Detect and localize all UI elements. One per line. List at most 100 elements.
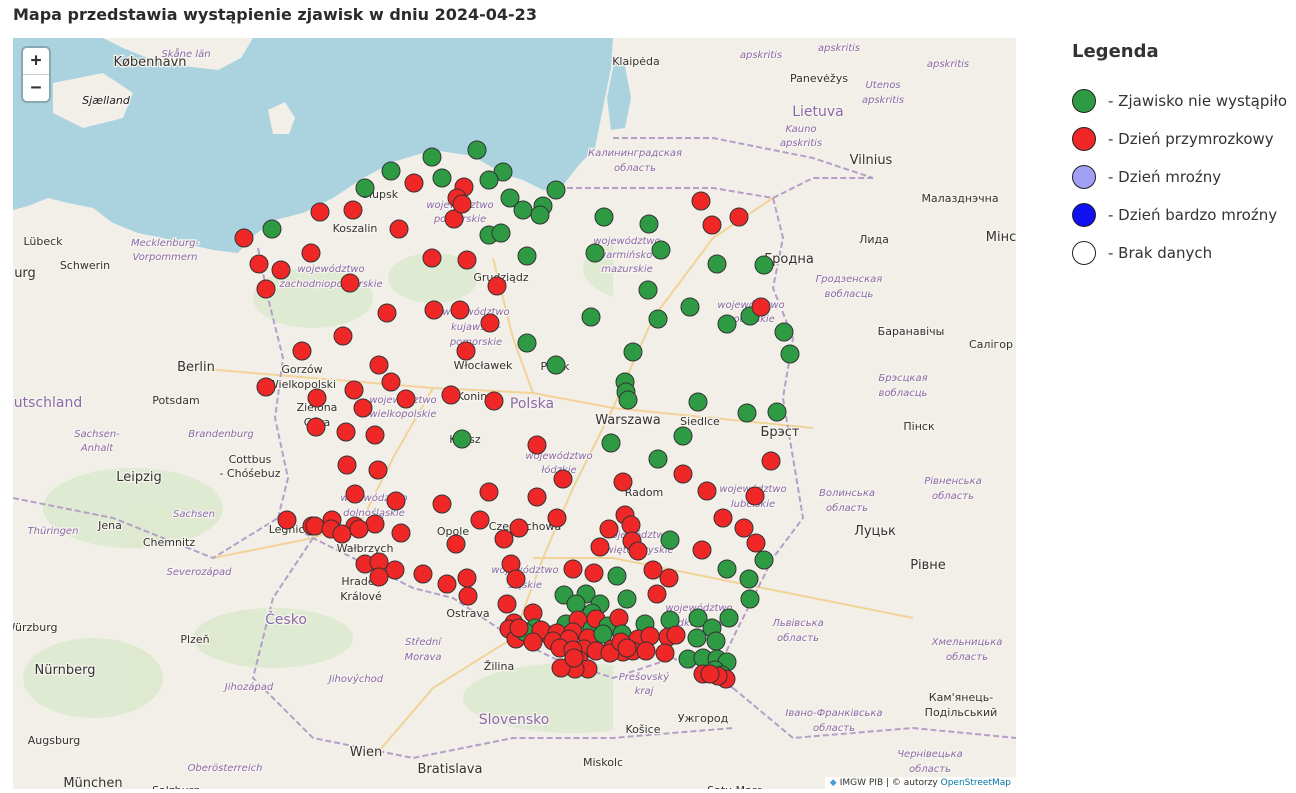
station-marker-frost[interactable] [310,202,330,222]
station-marker-frost[interactable] [365,514,385,534]
station-marker-ok[interactable] [452,429,472,449]
station-marker-frost[interactable] [613,472,633,492]
station-marker-frost[interactable] [389,219,409,239]
station-marker-frost[interactable] [404,173,424,193]
station-marker-ok[interactable] [607,566,627,586]
station-marker-frost[interactable] [563,559,583,579]
station-marker-frost[interactable] [590,537,610,557]
station-marker-ok[interactable] [739,569,759,589]
station-marker-ok[interactable] [432,168,452,188]
station-marker-frost[interactable] [713,508,733,528]
station-marker-frost[interactable] [234,228,254,248]
station-marker-frost[interactable] [734,518,754,538]
station-marker-ok[interactable] [601,433,621,453]
basemap[interactable]: Skåne länKøbenhavnSjællandKlaipėda apskri… [13,38,1016,789]
station-marker-frost[interactable] [333,326,353,346]
station-marker-frost[interactable] [256,377,276,397]
station-marker-ok[interactable] [680,297,700,317]
station-marker-frost[interactable] [368,460,388,480]
station-marker-frost[interactable] [450,300,470,320]
station-marker-ok[interactable] [566,594,586,614]
station-marker-frost[interactable] [617,638,637,658]
station-marker-frost[interactable] [527,435,547,455]
zoom-out-button[interactable]: − [23,74,49,101]
station-marker-ok[interactable] [717,314,737,334]
station-marker-frost[interactable] [305,516,325,536]
station-marker-frost[interactable] [277,510,297,530]
station-marker-frost[interactable] [666,625,686,645]
station-marker-frost[interactable] [609,608,629,628]
station-marker-frost[interactable] [381,372,401,392]
station-marker-ok[interactable] [719,608,739,628]
station-marker-ok[interactable] [774,322,794,342]
station-marker-frost[interactable] [349,519,369,539]
station-marker-frost[interactable] [446,534,466,554]
station-marker-ok[interactable] [517,246,537,266]
station-marker-frost[interactable] [437,574,457,594]
station-marker-frost[interactable] [691,191,711,211]
station-marker-frost[interactable] [292,341,312,361]
station-marker-frost[interactable] [336,422,356,442]
station-marker-ok[interactable] [639,214,659,234]
station-marker-ok[interactable] [585,243,605,263]
station-marker-ok[interactable] [638,280,658,300]
station-marker-frost[interactable] [506,569,526,589]
station-marker-ok[interactable] [706,631,726,651]
station-marker-ok[interactable] [262,219,282,239]
station-marker-frost[interactable] [337,455,357,475]
station-marker-ok[interactable] [660,530,680,550]
station-marker-frost[interactable] [509,518,529,538]
station-marker-frost[interactable] [487,276,507,296]
station-marker-ok[interactable] [780,344,800,364]
station-marker-frost[interactable] [391,523,411,543]
station-marker-frost[interactable] [761,451,781,471]
station-marker-ok[interactable] [355,178,375,198]
station-marker-ok[interactable] [422,147,442,167]
station-marker-ok[interactable] [594,207,614,227]
station-marker-ok[interactable] [581,307,601,327]
station-marker-frost[interactable] [256,279,276,299]
station-marker-ok[interactable] [767,402,787,422]
station-marker-frost[interactable] [692,540,712,560]
station-marker-frost[interactable] [385,560,405,580]
station-marker-ok[interactable] [618,390,638,410]
station-marker-ok[interactable] [491,223,511,243]
station-marker-frost[interactable] [424,300,444,320]
station-marker-frost[interactable] [432,494,452,514]
station-marker-frost[interactable] [369,355,389,375]
map-view[interactable]: Skåne län København Sjælland Klaipėda apskri… [13,38,1016,789]
station-marker-frost[interactable] [647,584,667,604]
station-marker-frost[interactable] [457,568,477,588]
station-marker-frost[interactable] [479,482,499,502]
station-marker-frost[interactable] [344,380,364,400]
station-marker-frost[interactable] [746,533,766,553]
station-marker-ok[interactable] [651,240,671,260]
station-marker-frost[interactable] [386,491,406,511]
zoom-in-button[interactable]: + [23,48,49,74]
station-marker-frost[interactable] [484,391,504,411]
station-marker-frost[interactable] [697,481,717,501]
station-marker-ok[interactable] [707,254,727,274]
station-marker-ok[interactable] [754,255,774,275]
station-marker-frost[interactable] [413,564,433,584]
station-marker-ok[interactable] [717,559,737,579]
station-marker-ok[interactable] [673,426,693,446]
station-marker-frost[interactable] [643,560,663,580]
station-marker-frost[interactable] [497,594,517,614]
station-marker-frost[interactable] [564,648,584,668]
station-marker-ok[interactable] [381,161,401,181]
station-marker-frost[interactable] [553,469,573,489]
station-marker-frost[interactable] [494,529,514,549]
station-marker-frost[interactable] [452,194,472,214]
station-marker-ok[interactable] [517,333,537,353]
station-marker-frost[interactable] [306,417,326,437]
station-marker-ok[interactable] [688,392,708,412]
station-marker-frost[interactable] [547,508,567,528]
station-marker-ok[interactable] [648,309,668,329]
station-marker-frost[interactable] [636,641,656,661]
station-marker-frost[interactable] [700,664,720,684]
station-marker-frost[interactable] [365,425,385,445]
station-marker-ok[interactable] [513,200,533,220]
station-marker-frost[interactable] [584,563,604,583]
station-marker-frost[interactable] [480,313,500,333]
